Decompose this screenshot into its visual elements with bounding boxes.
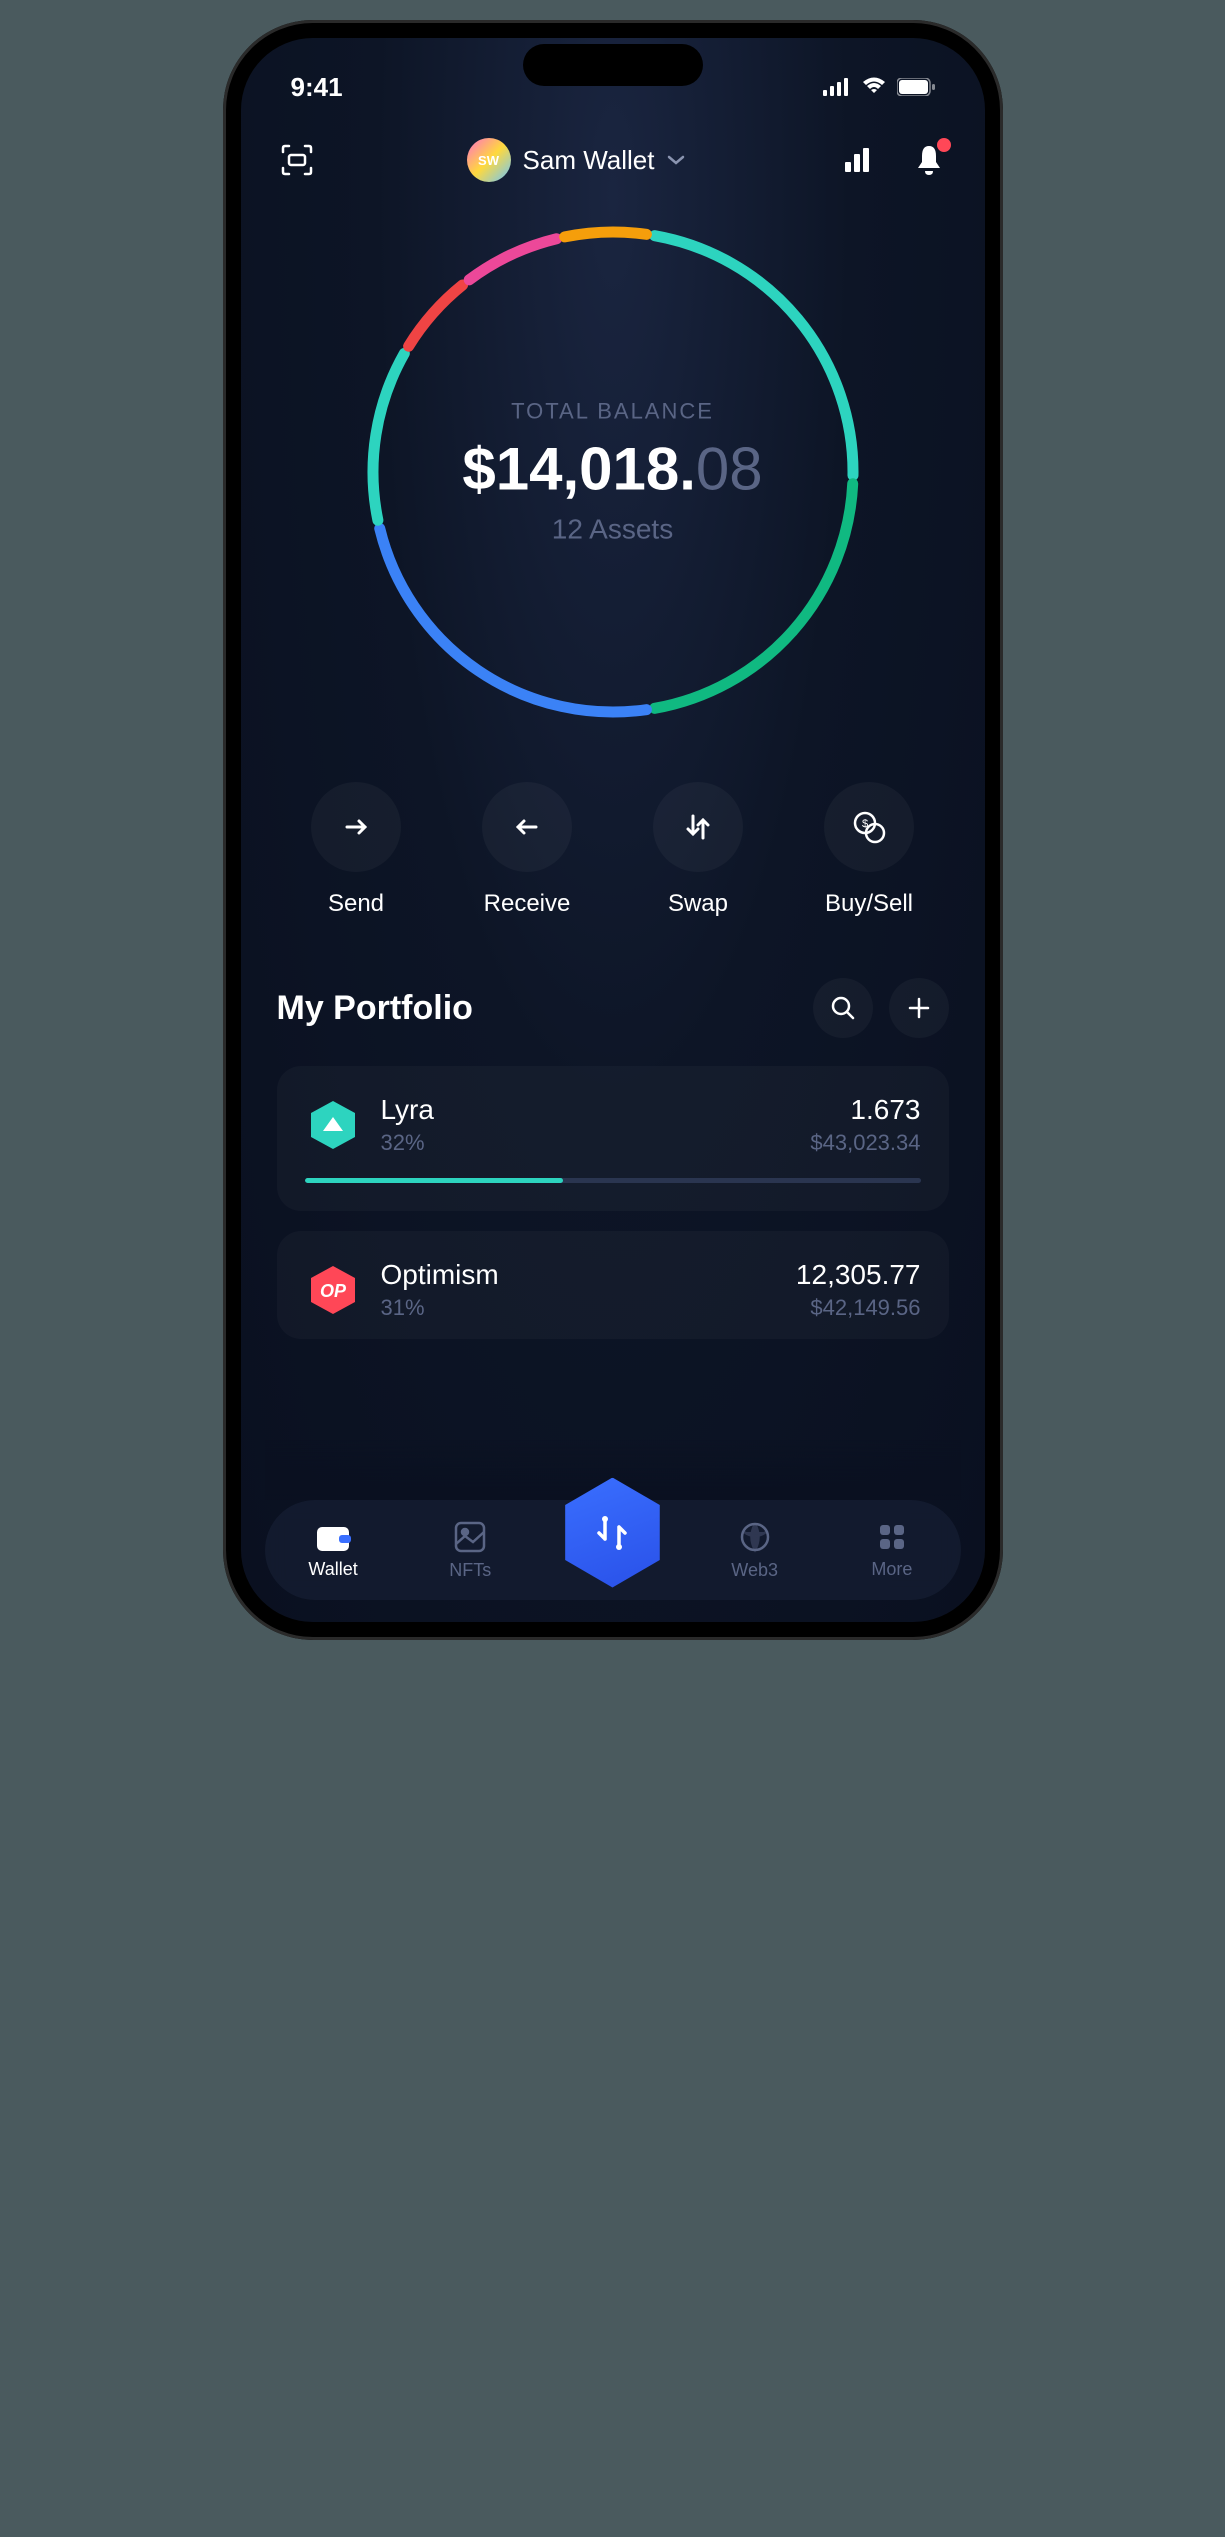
grid-icon <box>876 1521 908 1553</box>
swap-label: Swap <box>668 890 728 918</box>
coins-icon: $ <box>850 808 888 846</box>
svg-text:OP: OP <box>319 1281 346 1301</box>
wallet-name: Sam Wallet <box>523 145 655 176</box>
bar-chart-icon <box>841 144 873 176</box>
asset-percent: 32% <box>381 1130 791 1156</box>
tab-bar: Wallet NFTs Web3 More <box>265 1500 961 1600</box>
balance-center: TOTAL BALANCE $14,018.08 12 Assets <box>462 399 762 546</box>
asset-usd: $42,149.56 <box>796 1295 921 1321</box>
wallet-icon <box>315 1521 351 1553</box>
wallet-selector[interactable]: SW Sam Wallet <box>467 138 687 182</box>
swap-button[interactable]: Swap <box>653 782 743 918</box>
balance-value: $14,018.08 <box>462 435 762 504</box>
bell-icon <box>914 144 944 176</box>
asset-card-lyra[interactable]: Lyra 32% 1.673 $43,023.34 <box>277 1066 949 1211</box>
lyra-icon <box>305 1097 361 1153</box>
send-label: Send <box>328 890 384 918</box>
tab-web3[interactable]: Web3 <box>705 1520 805 1581</box>
portfolio-title: My Portfolio <box>277 989 473 1028</box>
chevron-down-icon <box>666 154 686 166</box>
swap-icon <box>681 810 715 844</box>
tab-label: Wallet <box>308 1559 357 1580</box>
scan-icon <box>279 142 315 178</box>
buy-sell-label: Buy/Sell <box>825 890 913 918</box>
tab-wallet[interactable]: Wallet <box>283 1521 383 1580</box>
send-button[interactable]: Send <box>311 782 401 918</box>
assets-count: 12 Assets <box>462 514 762 546</box>
globe-icon <box>738 1520 772 1554</box>
status-indicators <box>823 77 935 97</box>
balance-ring: TOTAL BALANCE $14,018.08 12 Assets <box>241 212 985 732</box>
receive-label: Receive <box>484 890 571 918</box>
notch <box>523 44 703 86</box>
tab-more[interactable]: More <box>842 1521 942 1580</box>
tab-center-action[interactable] <box>557 1478 667 1588</box>
portfolio-header: My Portfolio <box>277 978 949 1038</box>
asset-name: Lyra <box>381 1094 791 1126</box>
wifi-icon <box>861 77 887 97</box>
phone-frame: 9:41 SW Sam Wallet <box>223 20 1003 1640</box>
search-icon <box>829 994 857 1022</box>
arrow-left-icon <box>510 810 544 844</box>
asset-usd: $43,023.34 <box>810 1130 920 1156</box>
svg-text:$: $ <box>862 818 868 830</box>
asset-amount: 1.673 <box>810 1094 920 1126</box>
asset-percent: 31% <box>381 1295 776 1321</box>
battery-icon <box>897 78 935 96</box>
portfolio-section: My Portfolio Lyra <box>241 948 985 1339</box>
asset-card-optimism[interactable]: OP Optimism 31% 12,305.77 $42,149.56 <box>277 1231 949 1339</box>
asset-progress <box>305 1178 921 1183</box>
screen: 9:41 SW Sam Wallet <box>241 38 985 1622</box>
header: SW Sam Wallet <box>241 108 985 192</box>
buy-sell-button[interactable]: $ Buy/Sell <box>824 782 914 918</box>
stats-button[interactable] <box>837 140 877 180</box>
arrow-right-icon <box>339 810 373 844</box>
notifications-button[interactable] <box>909 140 949 180</box>
tab-nfts[interactable]: NFTs <box>420 1520 520 1581</box>
tab-label: Web3 <box>731 1560 778 1581</box>
receive-button[interactable]: Receive <box>482 782 572 918</box>
image-icon <box>453 1520 487 1554</box>
asset-progress-fill <box>305 1178 564 1183</box>
balance-label: TOTAL BALANCE <box>462 399 762 425</box>
tab-label: NFTs <box>449 1560 491 1581</box>
asset-name: Optimism <box>381 1259 776 1291</box>
search-button[interactable] <box>813 978 873 1038</box>
avatar: SW <box>467 138 511 182</box>
optimism-icon: OP <box>305 1262 361 1318</box>
cellular-icon <box>823 78 851 96</box>
plus-icon <box>906 995 932 1021</box>
scan-button[interactable] <box>277 140 317 180</box>
tab-label: More <box>871 1559 912 1580</box>
swap-center-icon <box>590 1511 634 1555</box>
status-time: 9:41 <box>291 72 343 103</box>
asset-amount: 12,305.77 <box>796 1259 921 1291</box>
add-asset-button[interactable] <box>889 978 949 1038</box>
action-row: Send Receive Swap $ Buy/Sell <box>241 732 985 948</box>
